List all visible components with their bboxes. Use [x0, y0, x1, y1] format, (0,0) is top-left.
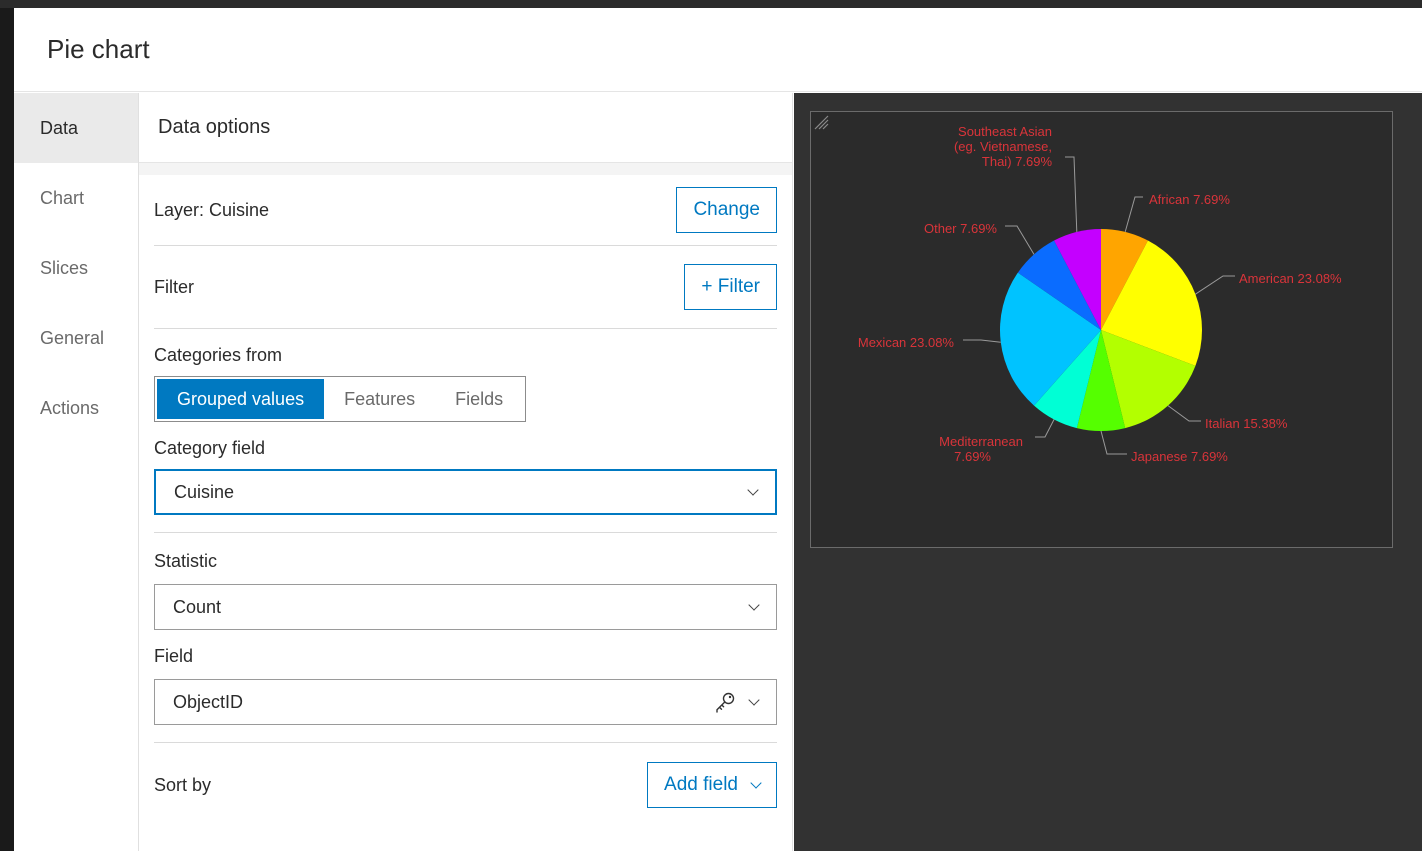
chevron-down-icon: [750, 777, 762, 789]
leader-line: [963, 339, 1001, 343]
leader-line: [1167, 405, 1201, 422]
nav-item-chart[interactable]: Chart: [14, 163, 138, 233]
layer-row: Layer: Cuisine Change: [154, 175, 777, 246]
nav-item-actions[interactable]: Actions: [14, 373, 138, 443]
leader-line: [1124, 196, 1143, 233]
field-section: Field ObjectID: [154, 630, 777, 725]
slice-label: Japanese 7.69%: [1131, 449, 1228, 464]
chevron-down-icon: [747, 484, 759, 496]
statistic-label: Statistic: [154, 551, 218, 571]
category-field-value: Cuisine: [174, 481, 235, 502]
data-options-panel: Data options Layer: Cuisine Change Filte…: [138, 93, 793, 851]
filter-row: Filter + Filter: [154, 246, 777, 329]
categories-from-label: Categories from: [154, 345, 283, 365]
leader-line: [1065, 156, 1078, 232]
change-layer-button[interactable]: Change: [676, 187, 777, 233]
statistic-section: Statistic Count: [154, 533, 777, 630]
panel-strip: [139, 163, 792, 175]
slice-label: Mediterranean 7.69%: [939, 434, 1023, 464]
chevron-down-icon: [748, 694, 760, 706]
categories-from-segmented-control: Grouped values Features Fields: [154, 376, 527, 422]
sort-by-row: Sort by Add field: [154, 743, 777, 827]
leader-line: [1100, 430, 1127, 455]
layer-label: Layer: Cuisine: [154, 199, 270, 220]
resize-handle-icon[interactable]: [811, 112, 829, 130]
category-field-select[interactable]: Cuisine: [154, 469, 777, 515]
categories-from-section: Categories from Grouped values Features …: [154, 329, 777, 422]
field-label: Field: [154, 646, 194, 666]
fields-option[interactable]: Fields: [435, 379, 523, 419]
grouped-values-option[interactable]: Grouped values: [157, 379, 325, 419]
nav-item-slices[interactable]: Slices: [14, 233, 138, 303]
pie-chart-dialog: Pie chart Data Chart Slices General Acti…: [14, 8, 1422, 851]
add-filter-button[interactable]: + Filter: [684, 264, 777, 310]
category-field-section: Category field Cuisine: [154, 422, 777, 515]
statistic-select[interactable]: Count: [154, 584, 777, 630]
chart-preview-area: African 7.69% American 23.08% Italian 15.3…: [794, 93, 1422, 851]
nav-item-general[interactable]: General: [14, 303, 138, 373]
leader-line: [1035, 419, 1055, 438]
sort-by-label: Sort by: [154, 774, 212, 795]
side-nav: Data Chart Slices General Actions: [14, 93, 138, 851]
dialog-header: Pie chart: [14, 8, 1422, 92]
chart-frame: African 7.69% American 23.08% Italian 15.3…: [810, 111, 1393, 548]
add-sort-field-button[interactable]: Add field: [647, 762, 777, 808]
leader-line: [1195, 275, 1235, 295]
add-field-label: Add field: [664, 774, 738, 795]
slice-label: Southeast Asian (eg. Vietnamese, Thai) 7.6…: [954, 124, 1052, 169]
field-select[interactable]: ObjectID: [154, 679, 777, 725]
features-option[interactable]: Features: [324, 379, 435, 419]
slice-label: Other 7.69%: [924, 221, 997, 236]
key-icon: [716, 692, 735, 713]
field-value: ObjectID: [173, 691, 244, 712]
nav-item-data[interactable]: Data: [14, 93, 138, 163]
dialog-title: Pie chart: [47, 34, 150, 64]
chevron-down-icon: [748, 599, 760, 611]
panel-heading: Data options: [139, 93, 792, 163]
slice-label: Mexican 23.08%: [858, 335, 955, 350]
pie-chart: African 7.69% American 23.08% Italian 15.3…: [858, 124, 1342, 464]
slice-label: Italian 15.38%: [1205, 416, 1288, 431]
background-app-bar: [0, 0, 1422, 8]
statistic-value: Count: [173, 596, 222, 617]
filter-label: Filter: [154, 276, 194, 297]
category-field-label: Category field: [154, 438, 266, 458]
slice-label: African 7.69%: [1149, 192, 1230, 207]
leader-line: [1005, 225, 1035, 255]
slice-label: American 23.08%: [1239, 271, 1342, 286]
